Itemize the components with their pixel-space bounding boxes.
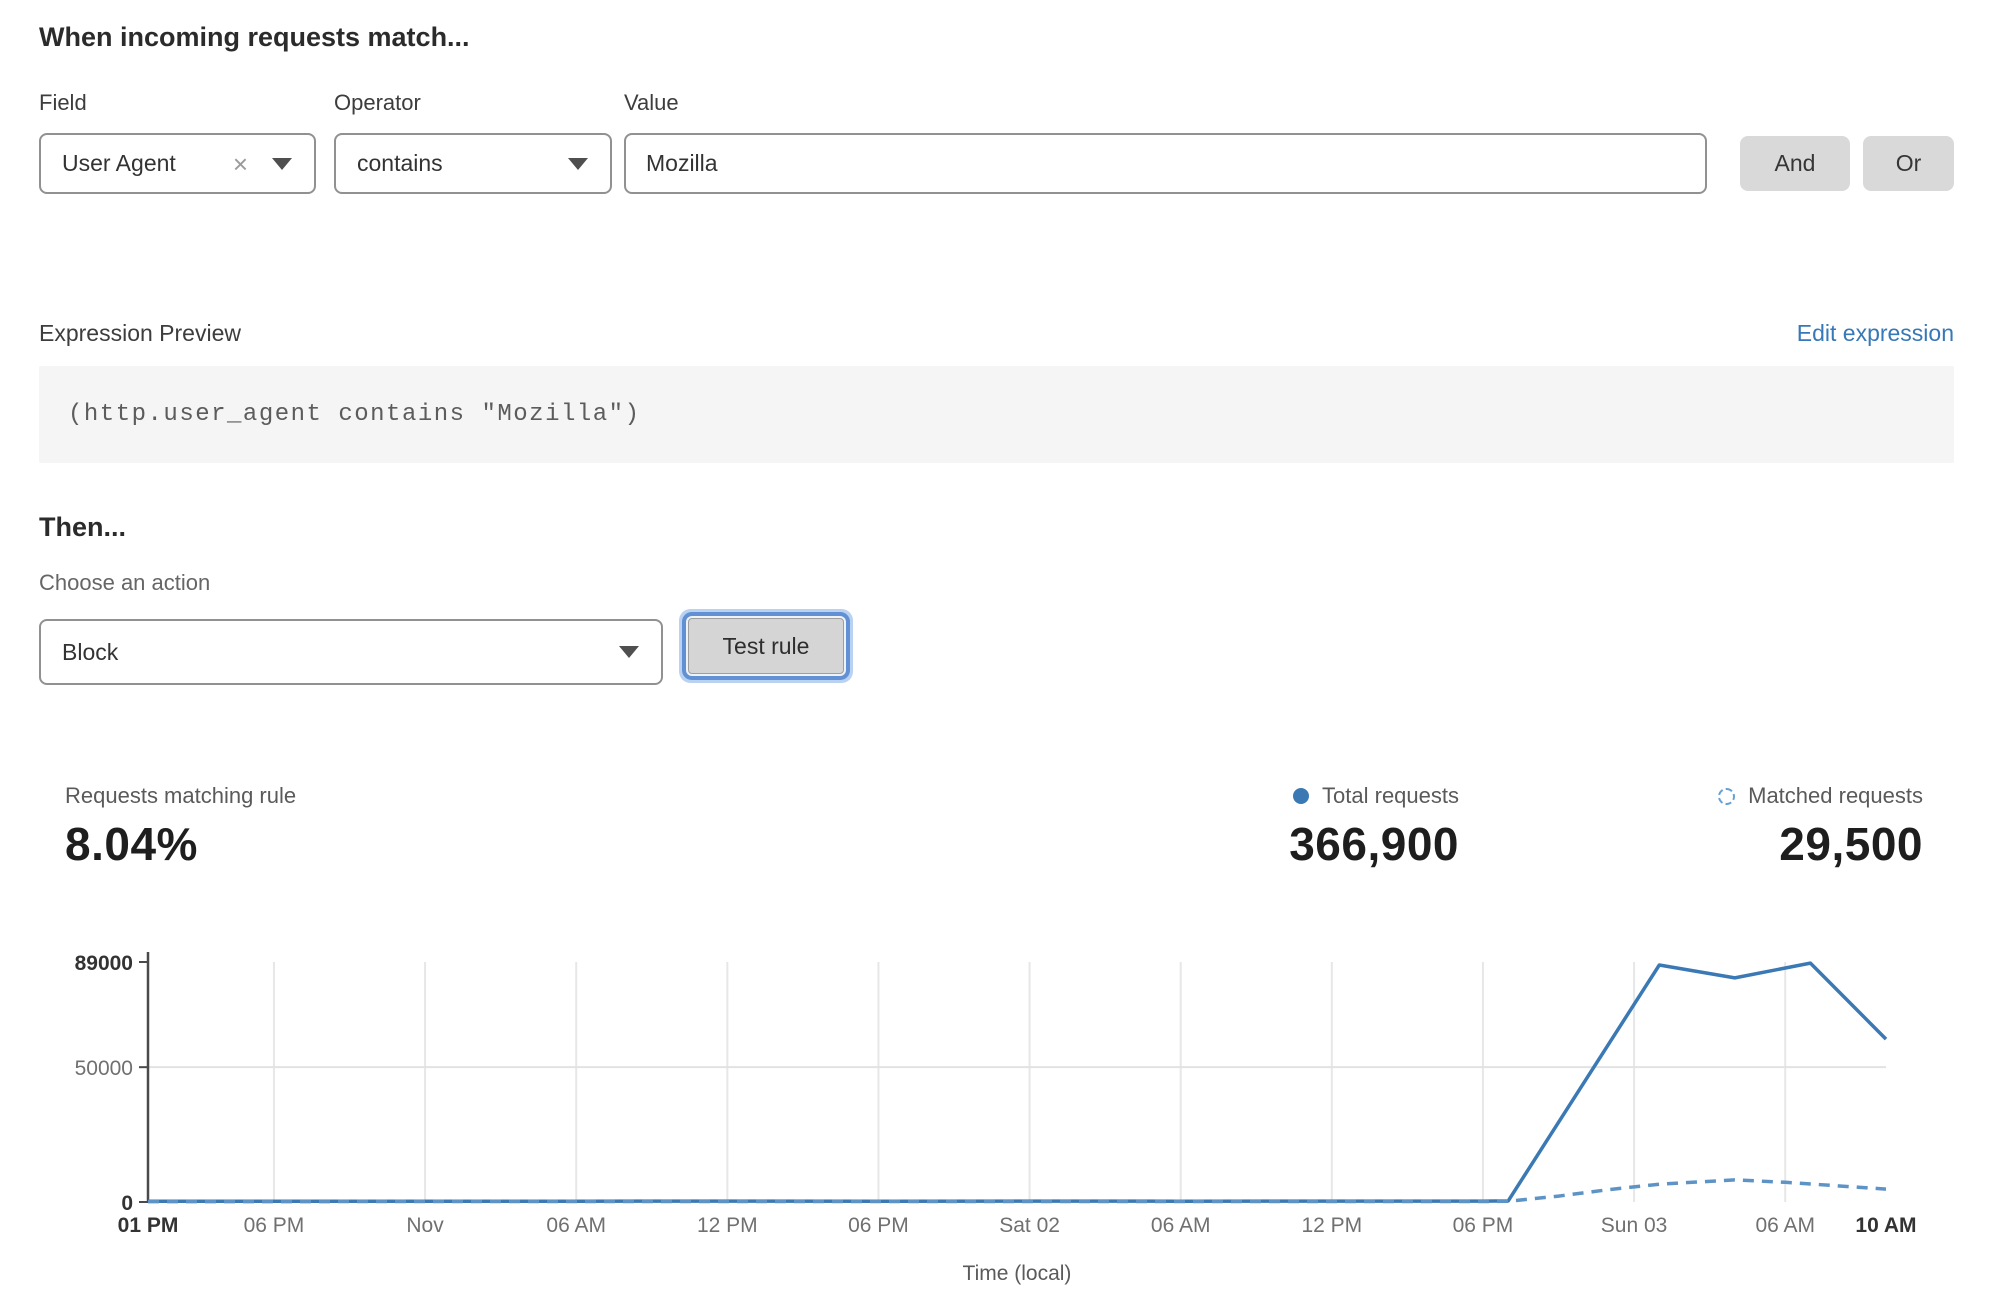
x-tick-label: 06 AM <box>1755 1214 1815 1237</box>
or-button[interactable]: Or <box>1863 136 1954 191</box>
x-tick-label: Sun 03 <box>1601 1214 1668 1237</box>
value-column-label: Value <box>624 90 679 116</box>
x-tick-label: 06 AM <box>546 1214 606 1237</box>
matching-rule-label: Requests matching rule <box>65 783 296 809</box>
chevron-down-icon <box>272 158 292 170</box>
y-tick-label: 50000 <box>75 1057 133 1080</box>
x-axis-title: Time (local) <box>963 1262 1072 1285</box>
expression-code-block: (http.user_agent contains "Mozilla") <box>39 366 1954 463</box>
total-requests-line <box>148 963 1886 1201</box>
then-heading: Then... <box>39 512 126 543</box>
matching-rule-value: 8.04% <box>65 817 296 871</box>
total-requests-legend-icon <box>1293 788 1309 804</box>
x-tick-label: Nov <box>406 1214 444 1237</box>
rule-builder-section: When incoming requests match... Field Op… <box>0 0 1999 1295</box>
test-rule-button[interactable]: Test rule <box>688 618 844 674</box>
x-tick-label: 12 PM <box>697 1214 758 1237</box>
total-requests-value: 366,900 <box>1289 817 1459 871</box>
matched-requests-line <box>148 1180 1886 1202</box>
x-tick-label: 06 PM <box>848 1214 909 1237</box>
total-requests-label: Total requests <box>1322 783 1459 809</box>
and-button[interactable]: And <box>1740 136 1850 191</box>
x-tick-label: 12 PM <box>1301 1214 1362 1237</box>
choose-action-label: Choose an action <box>39 570 210 596</box>
action-select-value: Block <box>62 639 118 666</box>
x-tick-label: 01 PM <box>118 1214 179 1237</box>
matched-requests-value: 29,500 <box>1718 817 1923 871</box>
operator-column-label: Operator <box>334 90 421 116</box>
operator-select-value: contains <box>357 150 443 177</box>
edit-expression-link[interactable]: Edit expression <box>1797 320 1954 347</box>
y-tick-label: 89000 <box>75 952 133 975</box>
expression-code: (http.user_agent contains "Mozilla") <box>39 401 640 428</box>
chevron-down-icon <box>619 646 639 658</box>
chevron-down-icon <box>568 158 588 170</box>
y-tick-label: 0 <box>121 1192 133 1215</box>
requests-chart: 89000 50000 001 PM 06 PM Nov 06 AM 12 PM 06 PM S… <box>0 930 1999 1295</box>
operator-select[interactable]: contains <box>334 133 612 194</box>
matched-requests-stat: Matched requests 29,500 <box>1718 783 1923 871</box>
matched-requests-label: Matched requests <box>1748 783 1923 809</box>
value-input[interactable] <box>624 133 1707 194</box>
clear-field-icon[interactable]: × <box>233 151 248 177</box>
action-select[interactable]: Block <box>39 619 663 685</box>
x-tick-label: 10 AM <box>1855 1214 1916 1237</box>
x-tick-label: Sat 02 <box>999 1214 1060 1237</box>
expression-preview-label: Expression Preview <box>39 320 241 347</box>
field-column-label: Field <box>39 90 87 116</box>
x-tick-label: 06 AM <box>1151 1214 1211 1237</box>
x-tick-label: 06 PM <box>1453 1214 1514 1237</box>
x-tick-label: 06 PM <box>244 1214 305 1237</box>
total-requests-stat: Total requests 366,900 <box>1289 783 1459 871</box>
matching-rule-stat: Requests matching rule 8.04% <box>65 783 296 871</box>
field-select[interactable]: User Agent × <box>39 133 316 194</box>
field-select-value: User Agent <box>62 150 176 177</box>
matched-requests-legend-icon <box>1718 788 1735 805</box>
match-heading: When incoming requests match... <box>39 22 470 53</box>
